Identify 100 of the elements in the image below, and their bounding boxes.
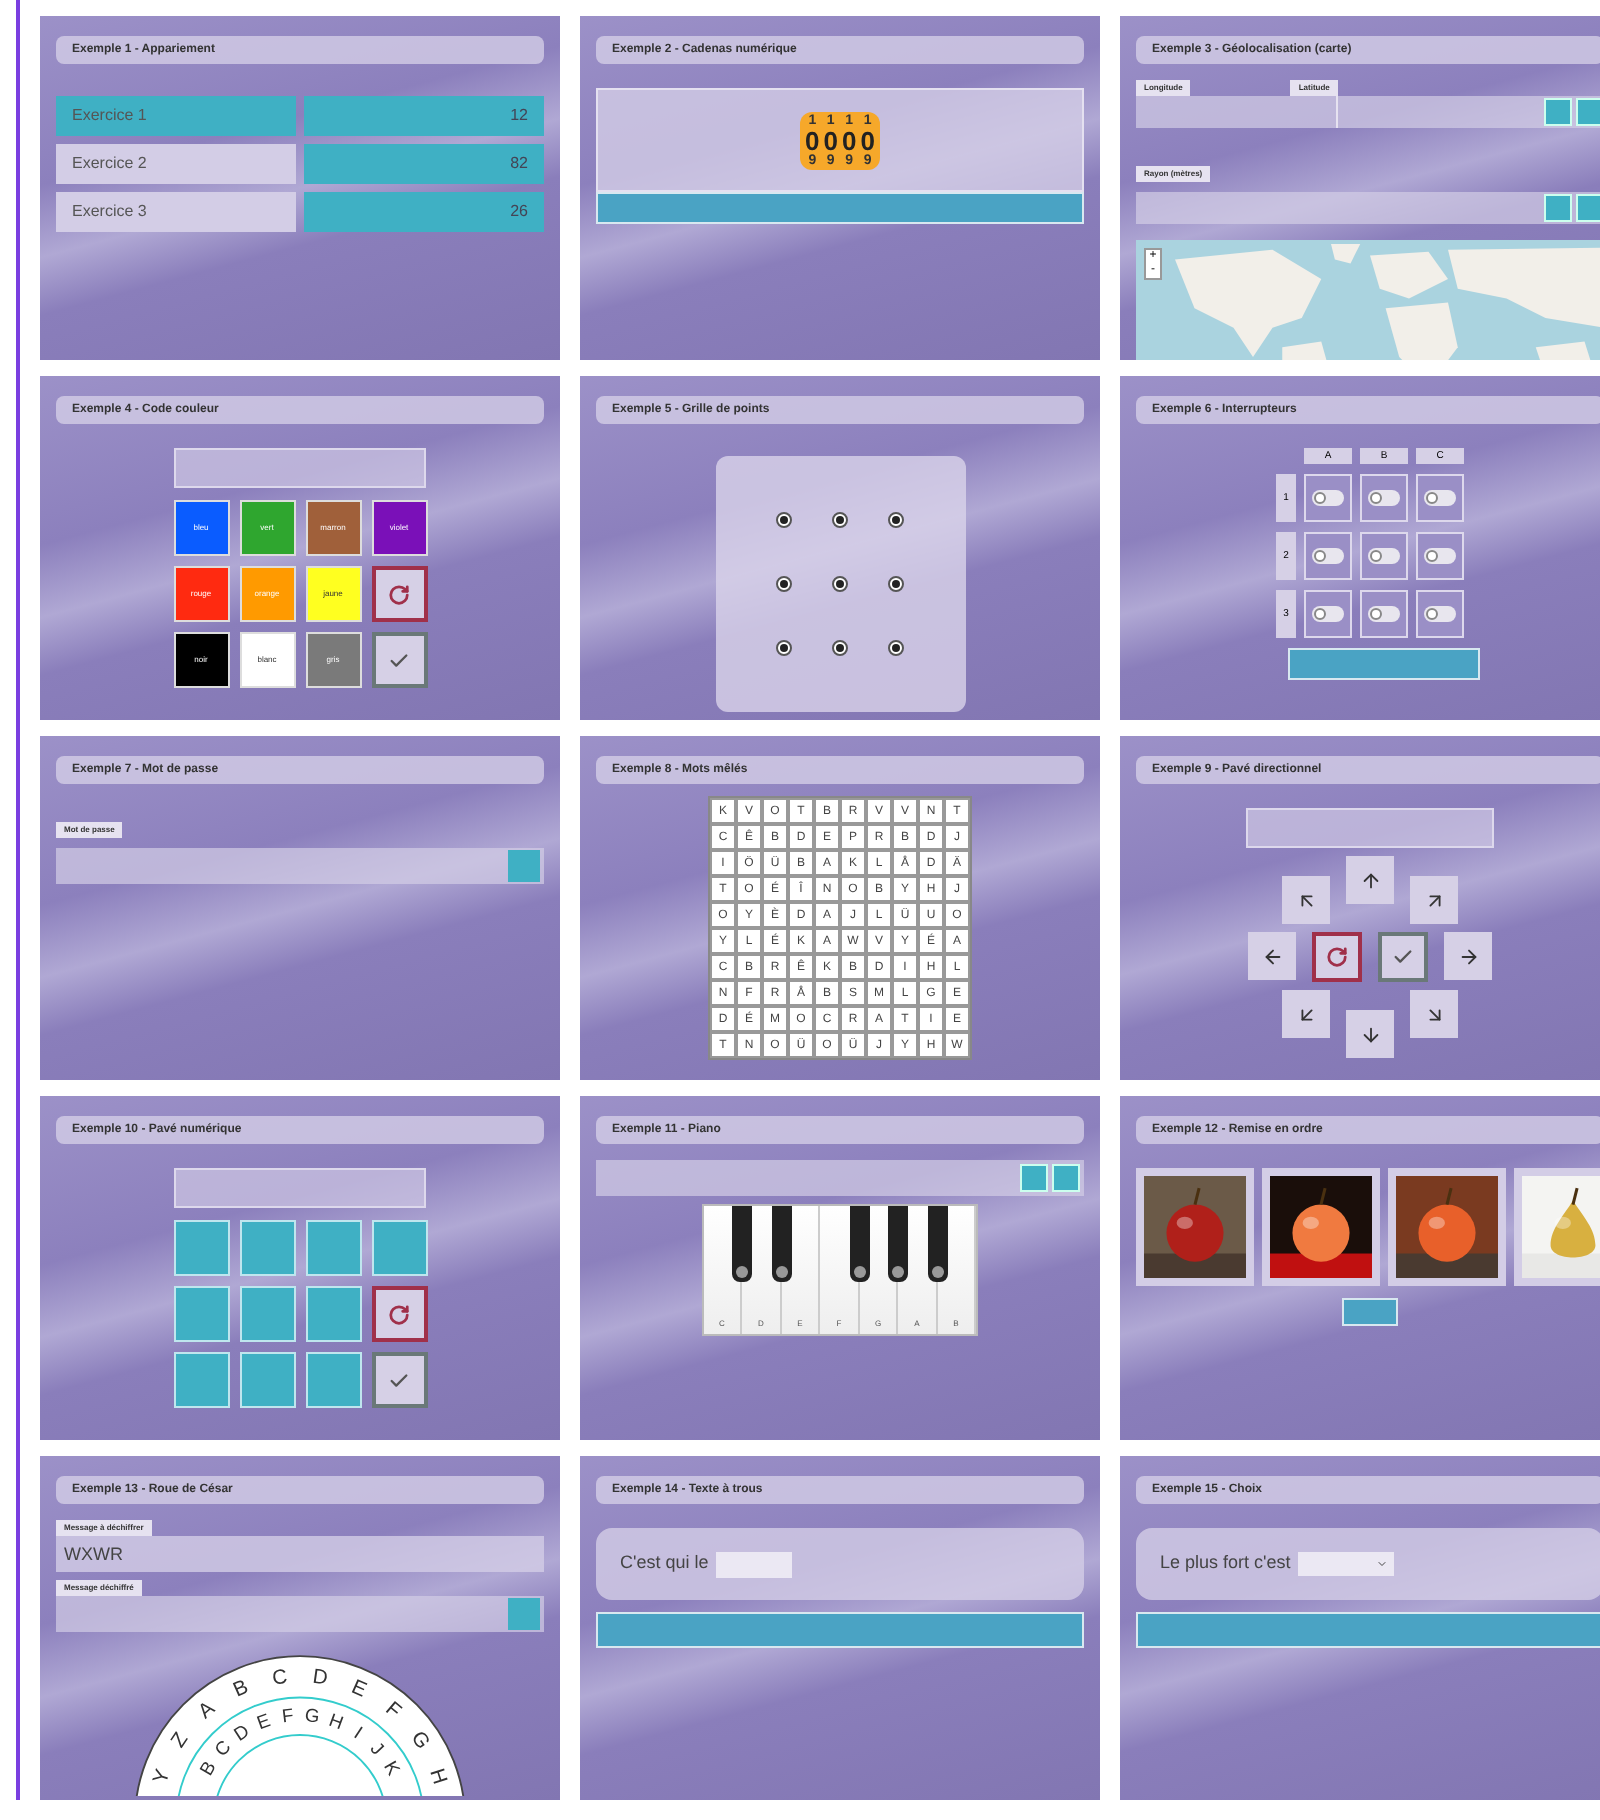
toggle-switch[interactable] <box>1304 474 1352 522</box>
action-button[interactable] <box>1544 98 1572 126</box>
wheel-letter: B <box>230 1676 253 1703</box>
submit-button[interactable] <box>596 1612 1084 1648</box>
toggle-switch[interactable] <box>1360 590 1408 638</box>
toggle-switch[interactable] <box>1304 590 1352 638</box>
radius-field[interactable] <box>1136 192 1600 224</box>
toggle-switch[interactable] <box>1416 474 1464 522</box>
grid-point[interactable] <box>775 576 792 592</box>
arrow-button[interactable] <box>1248 932 1296 980</box>
wheel-letter: B <box>196 1757 220 1779</box>
keypad-button[interactable] <box>305 1352 361 1408</box>
wheel-digit[interactable]: 0 <box>842 127 857 153</box>
wheel-letter: E <box>254 1710 273 1734</box>
check-button[interactable] <box>371 632 427 688</box>
score-value: 82 <box>304 144 544 184</box>
grid-point[interactable] <box>888 512 905 528</box>
question-text: Le plus fort c'est <box>1160 1550 1291 1577</box>
wheel-letter: C <box>210 1736 235 1761</box>
check-button[interactable] <box>1378 932 1428 982</box>
grid-point[interactable] <box>831 640 848 656</box>
toggle-switch[interactable] <box>1360 474 1408 522</box>
grid-point[interactable] <box>888 640 905 656</box>
grid-point[interactable] <box>831 576 848 592</box>
sharp-key[interactable] <box>927 1206 948 1282</box>
submit-button[interactable] <box>596 192 1084 224</box>
action-button[interactable] <box>1576 98 1600 126</box>
wheel-letter: K <box>380 1757 404 1779</box>
image-card[interactable] <box>1136 1168 1254 1286</box>
arrow-button[interactable] <box>1346 856 1394 904</box>
reset-button[interactable] <box>371 1286 427 1342</box>
cipher-field[interactable]: WXWR <box>56 1536 544 1572</box>
wheel-letter: D <box>311 1666 329 1691</box>
wheel-letter: H <box>424 1766 450 1788</box>
wheel-letter: G <box>303 1705 321 1727</box>
wheel-digit[interactable]: 0 <box>805 127 820 153</box>
arrow-icon <box>1423 1003 1445 1025</box>
question-text: C'est qui le <box>620 1550 709 1577</box>
submit-button[interactable] <box>1342 1298 1398 1326</box>
toggle-switch[interactable] <box>1416 590 1464 638</box>
toggle-switch[interactable] <box>1360 532 1408 580</box>
keypad-button[interactable] <box>173 1286 229 1342</box>
submit-button[interactable] <box>1288 648 1480 680</box>
blank-field[interactable] <box>716 1551 793 1577</box>
arrow-button[interactable] <box>1444 932 1492 980</box>
grid-point[interactable] <box>775 512 792 528</box>
reset-button[interactable] <box>371 566 427 622</box>
wheel-letter: J <box>366 1738 388 1759</box>
caret-icon <box>1376 1558 1389 1570</box>
sharp-key[interactable] <box>732 1206 753 1282</box>
exercise-item[interactable]: Exercice 3 <box>56 192 296 232</box>
sharp-key[interactable] <box>849 1206 870 1282</box>
check-icon <box>388 649 410 671</box>
grid-point[interactable] <box>831 512 848 528</box>
wheel-letter: D <box>230 1720 253 1745</box>
reset-icon <box>388 1303 410 1325</box>
action-button[interactable] <box>1576 194 1600 222</box>
sharp-key[interactable] <box>888 1206 909 1282</box>
keypad-button[interactable] <box>371 1220 427 1276</box>
wheel-letter: E <box>347 1676 370 1703</box>
wheel-letter: H <box>326 1709 347 1734</box>
wheel-letter: C <box>271 1666 289 1691</box>
arrow-button[interactable] <box>1346 1010 1394 1058</box>
keypad-button[interactable] <box>305 1286 361 1342</box>
wheel-letter: G <box>405 1727 434 1754</box>
wheel-letter: A <box>195 1698 220 1724</box>
toggle-switch[interactable] <box>1416 532 1464 580</box>
image-card[interactable] <box>1262 1168 1380 1286</box>
wheel-letter: Z <box>167 1729 194 1753</box>
arrow-icon <box>1295 889 1317 911</box>
keypad-button[interactable] <box>239 1286 295 1342</box>
action-button[interactable] <box>1020 1164 1048 1192</box>
action-button[interactable] <box>1544 194 1572 222</box>
image-card[interactable] <box>1388 1168 1506 1286</box>
wheel-digit[interactable]: 0 <box>823 127 838 153</box>
reset-icon <box>1326 946 1348 968</box>
check-icon <box>1392 946 1414 968</box>
wheel-letter: F <box>280 1705 295 1727</box>
exercise-item[interactable]: Exercice 2 <box>56 144 296 184</box>
grid-point[interactable] <box>888 576 905 592</box>
keypad-button[interactable] <box>173 1220 229 1276</box>
toggle-switch[interactable] <box>1304 532 1352 580</box>
reset-button[interactable] <box>1312 932 1362 982</box>
arrow-icon <box>1359 1023 1381 1045</box>
keypad-button[interactable] <box>173 1352 229 1408</box>
check-button[interactable] <box>371 1352 427 1408</box>
coordinate-fields[interactable] <box>1136 96 1600 128</box>
reset-icon <box>388 583 410 605</box>
arrow-icon <box>1295 1003 1317 1025</box>
keypad-button[interactable] <box>239 1352 295 1408</box>
check-icon <box>388 1369 410 1391</box>
arrow-icon <box>1423 889 1445 911</box>
keypad-button[interactable] <box>239 1220 295 1276</box>
action-button[interactable] <box>1052 1164 1080 1192</box>
sharp-key[interactable] <box>771 1206 792 1282</box>
wheel-digit[interactable]: 0 <box>860 127 875 153</box>
submit-button[interactable] <box>1136 1612 1600 1648</box>
grid-point[interactable] <box>775 640 792 656</box>
arrow-icon <box>1359 869 1381 891</box>
keypad-button[interactable] <box>305 1220 361 1276</box>
